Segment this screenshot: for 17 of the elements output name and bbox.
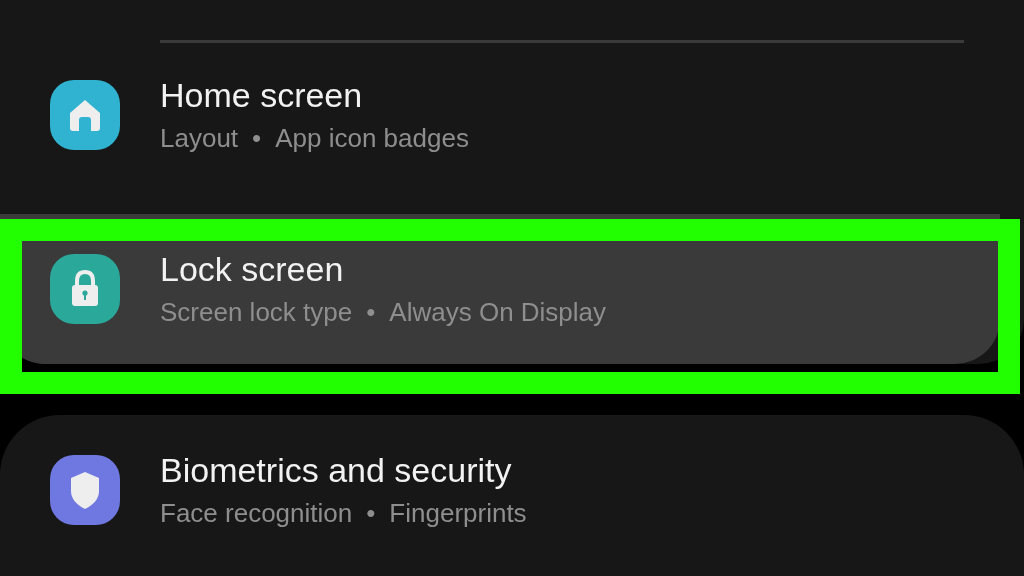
item-subtitle: Face recognition	[160, 498, 353, 529]
item-subtitle: Always On Display	[389, 297, 607, 328]
separator-dot: •	[366, 297, 376, 328]
settings-item[interactable]: Home screen Layout • App icon badges	[0, 43, 1024, 187]
lock-icon	[50, 254, 120, 324]
shield-icon	[50, 455, 120, 525]
separator-dot: •	[252, 123, 262, 154]
item-title: Biometrics and security	[160, 451, 513, 490]
item-subtitle: Layout	[160, 123, 239, 154]
item-subtitle: Fingerprints	[389, 498, 527, 529]
item-title: Lock screen	[160, 250, 345, 289]
item-subtitle: Screen lock type	[160, 297, 353, 328]
item-title: Home screen	[160, 76, 364, 115]
settings-item[interactable]: Biometrics and security Face recognition • Fingerprints	[0, 415, 1024, 555]
item-subtitle: App icon badges	[275, 123, 469, 154]
home-icon	[50, 80, 120, 150]
separator-dot: •	[366, 498, 376, 529]
